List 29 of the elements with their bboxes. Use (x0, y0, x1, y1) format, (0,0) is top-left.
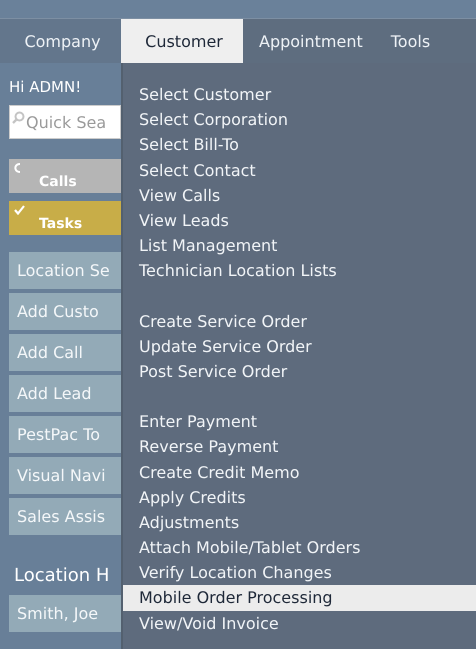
menu-item[interactable]: Enter Payment (123, 409, 476, 434)
menu-item[interactable]: Create Service Order (123, 308, 476, 334)
check-icon (14, 205, 25, 215)
menu-item[interactable]: Attach Mobile/Tablet Orders (123, 535, 476, 560)
menu-item[interactable]: Technician Location Lists (123, 258, 476, 284)
menu-item[interactable]: Reverse Payment (123, 434, 476, 460)
menu-item[interactable]: Select Contact (123, 158, 476, 183)
section-title: Location H (14, 565, 110, 586)
menu-item[interactable]: Select Bill-To (123, 132, 476, 158)
greeting: Hi ADMN! (9, 78, 82, 96)
menu-tab[interactable]: Company (0, 19, 121, 63)
menu-item[interactable]: View Calls (123, 182, 476, 208)
menu-item[interactable]: List Management (123, 233, 476, 258)
menu-item[interactable]: Verify Location Changes (123, 560, 476, 586)
menu-item[interactable]: Select Customer (123, 82, 476, 108)
menu-item[interactable]: Mobile Order Processing (123, 585, 476, 611)
menu-item[interactable]: Apply Credits (123, 484, 476, 510)
phone-icon (14, 163, 21, 173)
menu-item[interactable]: Create Credit Memo (123, 459, 476, 485)
menu-item[interactable]: Select Corporation (123, 107, 476, 132)
menu-item[interactable]: Update Service Order (123, 334, 476, 359)
menu-item[interactable]: Adjustments (123, 510, 476, 535)
menu-item[interactable]: View Leads (123, 208, 476, 234)
search-field[interactable]: Quick Sea (9, 105, 121, 139)
menu-item[interactable]: View/Void Invoice (123, 610, 476, 636)
menu-item[interactable]: Post Service Order (123, 358, 476, 384)
menu-tab[interactable]: Customer (121, 19, 243, 63)
menu-tab[interactable]: Appointment (243, 19, 375, 63)
menu-tab[interactable]: Tools (374, 19, 442, 63)
